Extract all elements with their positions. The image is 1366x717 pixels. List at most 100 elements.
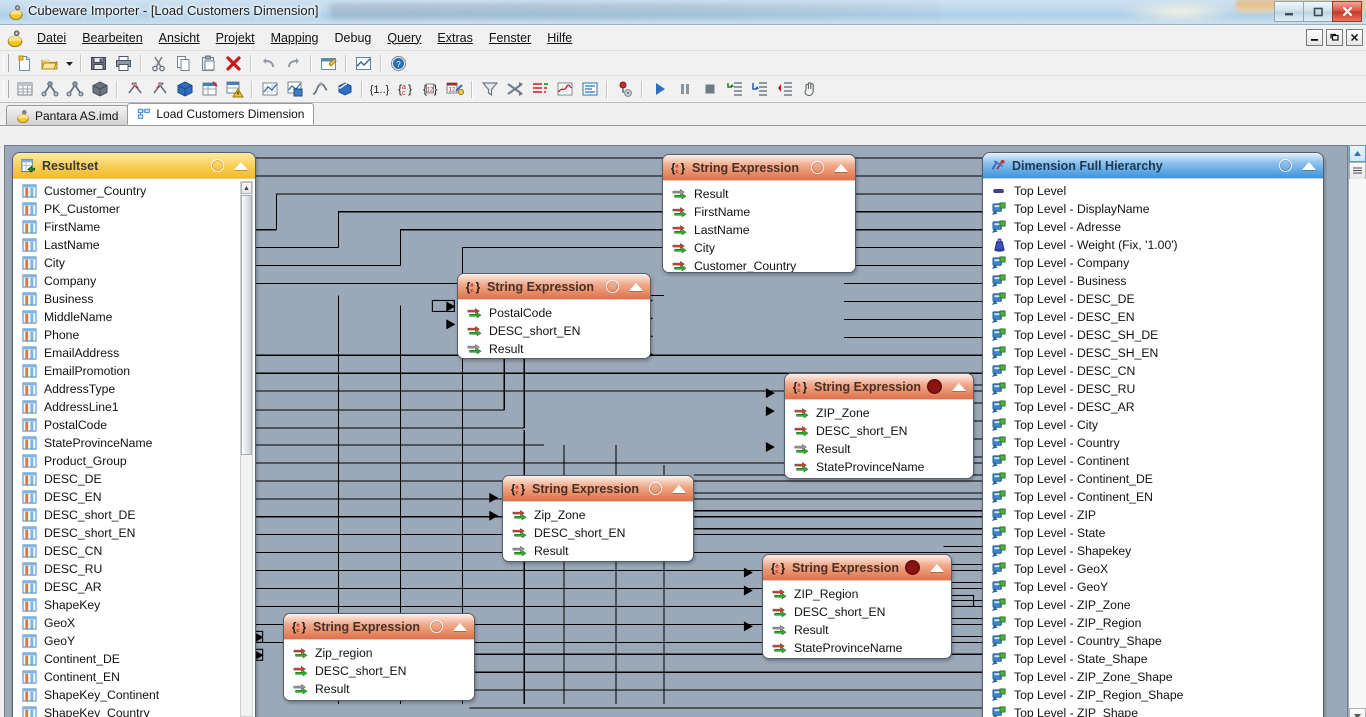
designer-vertical-scrollbar[interactable]: [1348, 145, 1366, 717]
table-warning-icon[interactable]: [222, 78, 247, 101]
pan-hand-icon[interactable]: [797, 78, 822, 101]
menu-extras[interactable]: Extras: [429, 28, 480, 48]
node-string-expression-postalcode[interactable]: { a c } String Expression PostalCode DESC…: [457, 273, 651, 359]
curve-icon[interactable]: [307, 78, 332, 101]
node-string-expression-customer[interactable]: { a c } String Expression Result FirstNam…: [662, 154, 856, 273]
expression-field-row[interactable]: Zip_region: [284, 644, 474, 662]
resultset-field-row[interactable]: EmailPromotion: [13, 362, 255, 380]
resultset-field-row[interactable]: MiddleName: [13, 308, 255, 326]
resultset-field-row[interactable]: DESC_DE: [13, 470, 255, 488]
chart-area-icon[interactable]: [552, 78, 577, 101]
mdi-restore-button[interactable]: [1326, 29, 1343, 46]
node-header[interactable]: { a c } String Expression: [284, 614, 474, 640]
chart-grid-icon[interactable]: [351, 52, 376, 75]
hierarchy-field-row[interactable]: Top Level - Country: [983, 434, 1323, 452]
resultset-field-row[interactable]: Continent_EN: [13, 668, 255, 686]
resultset-field-row[interactable]: DESC_AR: [13, 578, 255, 596]
step-out-icon[interactable]: [772, 78, 797, 101]
mapping-source-icon[interactable]: [37, 78, 62, 101]
transform-red2-icon[interactable]: [147, 78, 172, 101]
node-breakpoint-dot[interactable]: [927, 379, 942, 394]
expression-field-row[interactable]: LastName: [663, 221, 855, 239]
window-minimize-button[interactable]: [1274, 1, 1303, 22]
hierarchy-field-row[interactable]: Top Level: [983, 182, 1323, 200]
hierarchy-field-row[interactable]: Top Level - DESC_EN: [983, 308, 1323, 326]
resultset-field-row[interactable]: PK_Customer: [13, 200, 255, 218]
menu-projekt[interactable]: Projekt: [208, 28, 263, 48]
designer-scroll-track[interactable]: [1349, 179, 1366, 708]
expression-field-row[interactable]: City: [663, 239, 855, 257]
resultset-field-row[interactable]: FirstName: [13, 218, 255, 236]
hierarchy-field-row[interactable]: Top Level - Weight (Fix, '1.00'): [983, 236, 1323, 254]
node-collapse-arrow[interactable]: [629, 282, 643, 291]
step-over-icon[interactable]: [747, 78, 772, 101]
grid-chart-blue-icon[interactable]: [282, 78, 307, 101]
resultset-field-row[interactable]: GeoY: [13, 632, 255, 650]
resultset-field-row[interactable]: AddressType: [13, 380, 255, 398]
expression-field-row[interactable]: FirstName: [663, 203, 855, 221]
expression-field-row[interactable]: Customer_Country: [663, 257, 855, 272]
hierarchy-field-row[interactable]: Top Level - Continent: [983, 452, 1323, 470]
panel-resultset-status-dot[interactable]: [211, 159, 224, 172]
hierarchy-field-row[interactable]: Top Level - ZIP_Shape: [983, 704, 1323, 717]
hierarchy-field-row[interactable]: Top Level - City: [983, 416, 1323, 434]
node-status-dot[interactable]: [606, 280, 619, 293]
node-header[interactable]: { a c } String Expression: [663, 155, 855, 181]
resultset-field-row[interactable]: Phone: [13, 326, 255, 344]
hierarchy-field-row[interactable]: Top Level - DESC_CN: [983, 362, 1323, 380]
date-expression-icon[interactable]: {12}: [417, 78, 442, 101]
resultset-field-row[interactable]: City: [13, 254, 255, 272]
resultset-field-row[interactable]: ShapeKey: [13, 596, 255, 614]
resultset-field-row[interactable]: LastName: [13, 236, 255, 254]
hierarchy-field-row[interactable]: Top Level - DisplayName: [983, 200, 1323, 218]
step-into-icon[interactable]: [722, 78, 747, 101]
node-string-expression-zipzone-state[interactable]: { a c } String Expression ZIP_Zone DESC_s…: [784, 373, 974, 479]
help-icon[interactable]: ?: [386, 52, 411, 75]
menu-hilfe[interactable]: Hilfe: [539, 28, 580, 48]
expression-field-row[interactable]: Result: [663, 185, 855, 203]
resultset-field-row[interactable]: Company: [13, 272, 255, 290]
mapping-target-icon[interactable]: [62, 78, 87, 101]
hierarchy-field-row[interactable]: Top Level - Country_Shape: [983, 632, 1323, 650]
shuffle-icon[interactable]: [502, 78, 527, 101]
node-string-expression-zipzone[interactable]: { a c } String Expression Zip_Zone DESC_s…: [502, 475, 694, 562]
node-breakpoint-dot[interactable]: [905, 560, 920, 575]
window-maximize-button[interactable]: [1303, 1, 1332, 22]
panel-hierarchy-header[interactable]: Dimension Full Hierarchy: [983, 153, 1323, 179]
hierarchy-field-row[interactable]: Top Level - ZIP_Zone_Shape: [983, 668, 1323, 686]
resultset-field-row[interactable]: DESC_EN: [13, 488, 255, 506]
expression-field-row[interactable]: Result: [763, 621, 951, 639]
menu-ansicht[interactable]: Ansicht: [151, 28, 208, 48]
scroll-thumb[interactable]: [241, 195, 252, 455]
panel-resultset-header[interactable]: Resultset: [13, 153, 255, 179]
pause-icon[interactable]: [672, 78, 697, 101]
expression-field-row[interactable]: DESC_short_EN: [458, 322, 650, 340]
expression-field-row[interactable]: ZIP_Region: [763, 585, 951, 603]
hierarchy-field-row[interactable]: Top Level - Adresse: [983, 218, 1323, 236]
expression-field-row[interactable]: DESC_short_EN: [503, 524, 693, 542]
toolbar-grip[interactable]: [3, 54, 9, 72]
resultset-field-row[interactable]: EmailAddress: [13, 344, 255, 362]
resultset-field-row[interactable]: DESC_short_EN: [13, 524, 255, 542]
node-collapse-arrow[interactable]: [453, 622, 467, 631]
undo-icon[interactable]: [256, 52, 281, 75]
node-string-expression-zipregion-state[interactable]: { a c } String Expression ZIP_Region DESC…: [762, 554, 952, 659]
print-icon[interactable]: [111, 52, 136, 75]
cube-curve-icon[interactable]: [332, 78, 357, 101]
node-collapse-arrow[interactable]: [672, 484, 686, 493]
expression-field-row[interactable]: Result: [458, 340, 650, 358]
resultset-field-row[interactable]: Product_Group: [13, 452, 255, 470]
hierarchy-field-row[interactable]: Top Level - ZIP: [983, 506, 1323, 524]
hierarchy-field-row[interactable]: Top Level - DESC_SH_DE: [983, 326, 1323, 344]
resultset-field-row[interactable]: DESC_CN: [13, 542, 255, 560]
expression-field-row[interactable]: StateProvinceName: [785, 458, 973, 476]
node-collapse-arrow[interactable]: [952, 382, 966, 391]
list-format-icon[interactable]: [577, 78, 602, 101]
node-header[interactable]: { a c } String Expression: [763, 555, 951, 581]
resultset-field-row[interactable]: DESC_short_DE: [13, 506, 255, 524]
hierarchy-field-row[interactable]: Top Level - DESC_SH_EN: [983, 344, 1323, 362]
menu-query[interactable]: Query: [379, 28, 429, 48]
string-expression-icon[interactable]: {a c}: [392, 78, 417, 101]
menu-debug[interactable]: Debug: [327, 28, 380, 48]
resultset-field-row[interactable]: Business: [13, 290, 255, 308]
